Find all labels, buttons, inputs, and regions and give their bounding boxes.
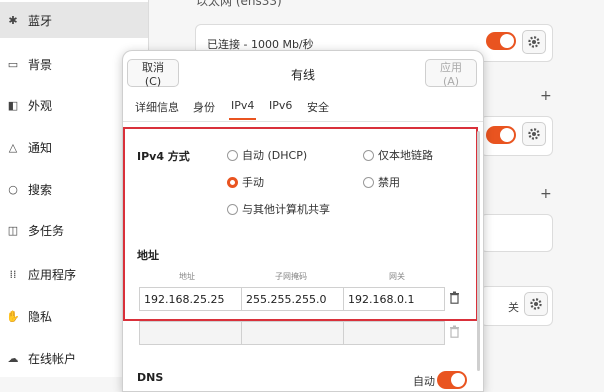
tab-ipv6[interactable]: IPv6: [269, 99, 292, 112]
delete-row-icon[interactable]: [449, 291, 460, 307]
ethernet-toggle[interactable]: [486, 32, 516, 50]
add-vpn-icon[interactable]: +: [540, 186, 552, 202]
vpn-empty-card: [480, 214, 553, 252]
method-link-local[interactable]: 仅本地链路: [363, 147, 433, 163]
tab-details[interactable]: 详细信息: [135, 99, 179, 115]
dialog-header: 取消(C) 有线 应用(A): [123, 51, 483, 95]
ipv4-method-label: IPv4 方式: [137, 150, 190, 163]
add-connection-icon[interactable]: +: [540, 88, 552, 104]
radio-label: 手动: [242, 176, 264, 189]
appearance-icon: ◧: [7, 98, 19, 112]
gear-icon: [528, 36, 540, 48]
radio-button[interactable]: [227, 149, 238, 161]
column-header-address: 地址: [179, 272, 195, 281]
dns-auto-label: 自动: [413, 375, 435, 388]
gateway-input-empty[interactable]: [343, 321, 445, 345]
address-input-empty[interactable]: [139, 321, 242, 345]
sidebar-item-label: 在线帐户: [28, 351, 77, 366]
vpn-toggle[interactable]: [486, 126, 516, 144]
dns-auto-toggle[interactable]: [437, 371, 467, 389]
radio-label: 与其他计算机共享: [242, 203, 330, 216]
tab-ipv4[interactable]: IPv4: [228, 99, 257, 120]
dialog-tabs: 详细信息 身份 IPv4 IPv6 安全: [123, 95, 483, 121]
apps-grid-icon: ⁞⁞: [9, 267, 17, 281]
tabs-divider: [123, 121, 483, 122]
cloud-icon: ☁: [7, 351, 19, 365]
radio-button-selected[interactable]: [227, 176, 238, 188]
sidebar-item-label: 背景: [28, 57, 53, 72]
gear-icon: [530, 298, 542, 310]
proxy-status: 关: [508, 301, 519, 314]
method-disabled[interactable]: 禁用: [363, 174, 400, 190]
method-manual[interactable]: 手动: [227, 174, 264, 190]
search-icon: ○: [8, 182, 18, 196]
ethernet-settings-button[interactable]: [522, 30, 546, 54]
sidebar-item-bluetooth[interactable]: ✱ 蓝牙: [0, 2, 148, 38]
radio-button[interactable]: [363, 176, 374, 188]
wired-settings-dialog: 取消(C) 有线 应用(A) 详细信息 身份 IPv4 IPv6 安全 IPv4…: [122, 50, 484, 392]
gear-icon: [528, 128, 540, 140]
background-icon: ▭: [7, 57, 19, 71]
radio-button[interactable]: [227, 203, 238, 215]
dialog-scrollbar[interactable]: [477, 131, 480, 371]
apply-button[interactable]: 应用(A): [425, 59, 477, 88]
sidebar-item-label: 搜索: [28, 182, 53, 197]
proxy-settings-button[interactable]: [524, 292, 548, 316]
tab-security[interactable]: 安全: [307, 99, 329, 115]
bluetooth-icon: ✱: [8, 13, 18, 27]
ethernet-section-title: 以太网 (ens33): [196, 0, 282, 8]
method-shared[interactable]: 与其他计算机共享: [227, 201, 330, 217]
sidebar-item-label: 隐私: [28, 309, 53, 324]
radio-label: 仅本地链路: [378, 149, 433, 162]
column-header-netmask: 子网掩码: [275, 272, 307, 281]
column-header-gateway: 网关: [389, 272, 405, 281]
bell-icon: △: [8, 140, 18, 154]
multitask-icon: ◫: [7, 223, 19, 237]
netmask-input-empty[interactable]: [241, 321, 344, 345]
netmask-input[interactable]: 255.255.255.0: [241, 287, 344, 311]
radio-label: 禁用: [378, 176, 400, 189]
sidebar-item-label: 通知: [28, 140, 53, 155]
address-section-label: 地址: [137, 249, 159, 262]
gateway-input[interactable]: 192.168.0.1: [343, 287, 445, 311]
sidebar-item-label: 应用程序: [28, 267, 77, 282]
sidebar-item-label: 外观: [28, 98, 53, 113]
dns-section-label: DNS: [137, 371, 164, 384]
vpn-settings-button[interactable]: [522, 122, 546, 146]
radio-label: 自动 (DHCP): [242, 149, 308, 162]
address-input[interactable]: 192.168.25.25: [139, 287, 242, 311]
method-auto-dhcp[interactable]: 自动 (DHCP): [227, 147, 307, 163]
tab-identity[interactable]: 身份: [193, 99, 215, 115]
sidebar-item-label: 多任务: [28, 223, 65, 238]
delete-row-icon-disabled: [449, 325, 460, 341]
sidebar-item-label: 蓝牙: [28, 13, 53, 28]
radio-button[interactable]: [363, 149, 374, 161]
hand-icon: ✋: [6, 309, 20, 323]
